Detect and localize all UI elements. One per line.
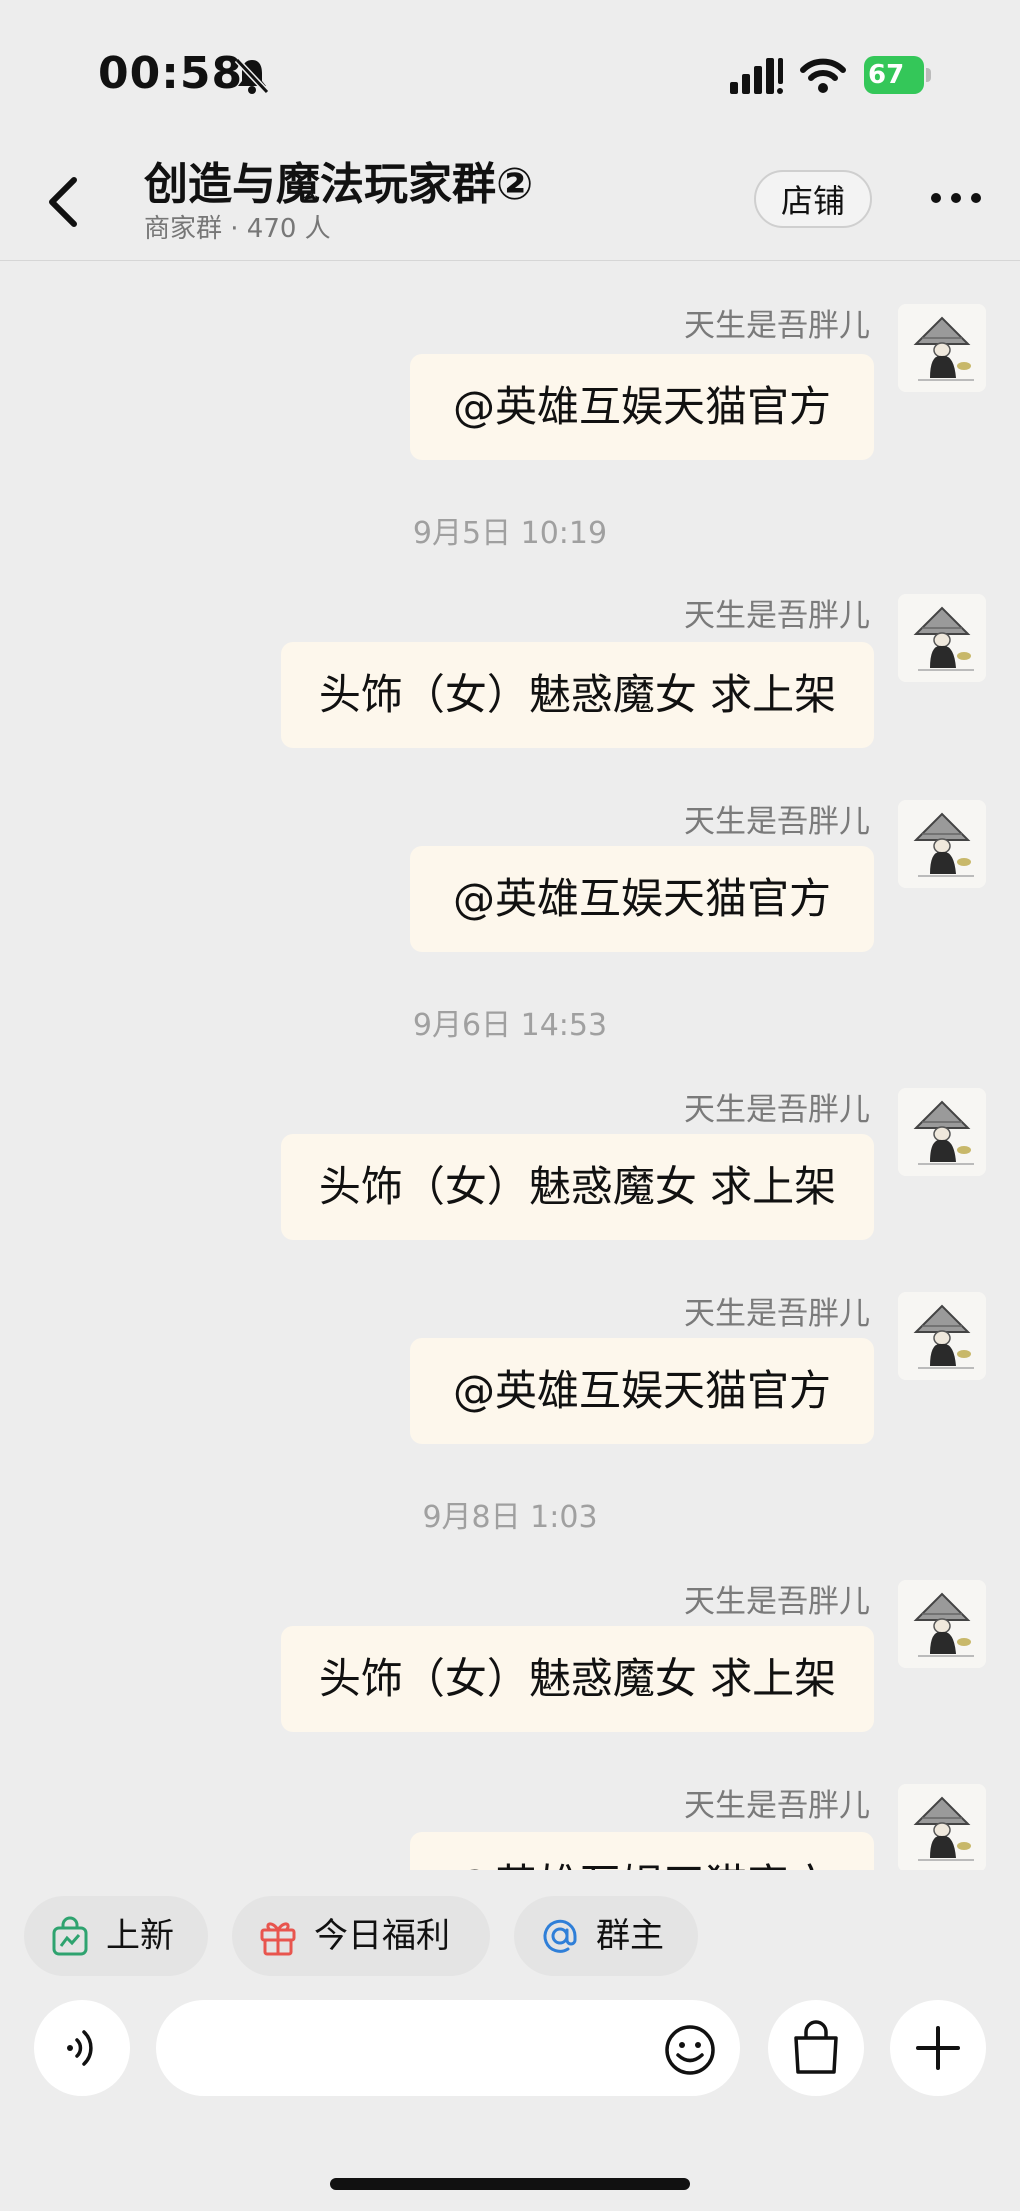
- more-options-icon[interactable]: [928, 180, 984, 216]
- avatar[interactable]: [898, 800, 986, 888]
- cellular-signal-icon: [730, 58, 783, 94]
- status-time: 00:58: [98, 48, 244, 99]
- battery-level: 67: [868, 60, 905, 90]
- quick-action-daily-benefits[interactable]: 今日福利: [232, 1896, 490, 1976]
- home-indicator[interactable]: [330, 2178, 690, 2190]
- quick-action-label: 群主: [596, 1916, 664, 1956]
- message-bubble[interactable]: @英雄互娱天猫官方: [410, 846, 874, 952]
- message-sender-name: 天生是吾胖儿: [684, 598, 870, 634]
- avatar[interactable]: [898, 1580, 986, 1668]
- avatar[interactable]: [898, 304, 986, 392]
- message-bubble[interactable]: 头饰（女）魅惑魔女 求上架: [281, 1134, 874, 1240]
- status-bar: 00:58 67: [0, 0, 1020, 140]
- message-sender-name: 天生是吾胖儿: [684, 1296, 870, 1332]
- avatar-straw-hat-figure-icon: [898, 1088, 986, 1176]
- message-bubble[interactable]: @英雄互娱天猫官方: [410, 354, 874, 460]
- quick-action-label: 上新: [106, 1916, 174, 1956]
- shop-products-button[interactable]: [768, 2000, 864, 2096]
- message-sender-name: 天生是吾胖儿: [684, 1788, 870, 1824]
- bell-muted-icon: [234, 57, 270, 95]
- message-timestamp: 9月5日 10:19: [412, 516, 608, 551]
- message-sender-name: 天生是吾胖儿: [684, 1584, 870, 1620]
- avatar-straw-hat-figure-icon: [898, 800, 986, 888]
- battery-indicator: 67: [864, 56, 934, 94]
- message-timestamp: 9月8日 1:03: [422, 1500, 598, 1535]
- shopping-bag-icon: [52, 1916, 88, 1956]
- message-input[interactable]: [156, 2000, 740, 2096]
- group-title[interactable]: 创造与魔法玩家群②: [144, 148, 533, 212]
- avatar-straw-hat-figure-icon: [898, 304, 986, 392]
- avatar[interactable]: [898, 1292, 986, 1380]
- quick-action-label: 今日福利: [314, 1916, 450, 1956]
- avatar[interactable]: [898, 594, 986, 682]
- message-bubble[interactable]: @英雄互娱天猫官方: [410, 1832, 874, 1870]
- quick-action-new-arrivals[interactable]: 上新: [24, 1896, 208, 1976]
- chat-message-list[interactable]: 天生是吾胖儿 @英雄互娱天猫官方 9月5日 10:19 天生是吾胖儿 头饰（女）…: [0, 262, 1020, 1870]
- emoji-icon[interactable]: [664, 2024, 716, 2076]
- wifi-icon: [800, 58, 846, 93]
- gift-icon: [260, 1922, 296, 1956]
- plus-icon: [916, 2026, 960, 2070]
- message-bubble[interactable]: @英雄互娱天猫官方: [410, 1338, 874, 1444]
- message-sender-name: 天生是吾胖儿: [684, 308, 870, 344]
- message-bubble[interactable]: 头饰（女）魅惑魔女 求上架: [281, 642, 874, 748]
- group-subtitle: 商家群 · 470 人: [144, 214, 331, 244]
- voice-input-button[interactable]: [34, 2000, 130, 2096]
- message-sender-name: 天生是吾胖儿: [684, 1092, 870, 1128]
- avatar-straw-hat-figure-icon: [898, 1784, 986, 1870]
- message-bubble[interactable]: 头饰（女）魅惑魔女 求上架: [281, 1626, 874, 1732]
- message-sender-name: 天生是吾胖儿: [684, 804, 870, 840]
- avatar-straw-hat-figure-icon: [898, 594, 986, 682]
- more-functions-button[interactable]: [890, 2000, 986, 2096]
- message-timestamp: 9月6日 14:53: [412, 1008, 608, 1043]
- avatar-straw-hat-figure-icon: [898, 1580, 986, 1668]
- at-icon: [543, 1919, 577, 1953]
- avatar[interactable]: [898, 1784, 986, 1870]
- quick-action-group-owner[interactable]: 群主: [514, 1896, 698, 1976]
- avatar-straw-hat-figure-icon: [898, 1292, 986, 1380]
- voice-icon: [67, 2030, 93, 2066]
- avatar[interactable]: [898, 1088, 986, 1176]
- shop-button[interactable]: 店铺: [754, 170, 872, 228]
- shopping-bag-icon: [794, 2020, 838, 2074]
- chat-header: 创造与魔法玩家群② 商家群 · 470 人 店铺: [0, 140, 1020, 261]
- back-arrow-icon[interactable]: [44, 174, 84, 230]
